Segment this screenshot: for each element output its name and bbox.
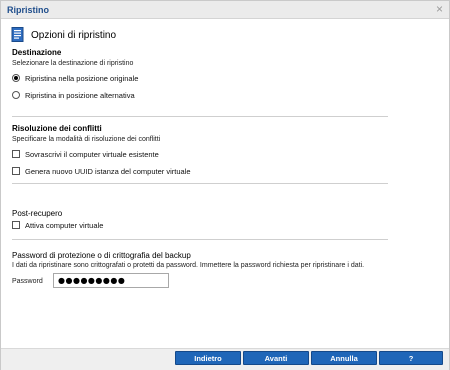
- restore-document-icon: [11, 27, 24, 42]
- restore-dialog: Ripristino × Opzioni di ripristino Desti…: [0, 0, 450, 370]
- checkbox-generate-uuid[interactable]: Genera nuovo UUID istanza del computer v…: [12, 166, 191, 176]
- checkbox-power-on-vm-label: Attiva computer virtuale: [25, 220, 104, 230]
- divider: [12, 116, 388, 117]
- checkbox-generate-uuid-label: Genera nuovo UUID istanza del computer v…: [25, 166, 191, 176]
- radio-alternative-location[interactable]: Ripristina in posizione alternativa: [12, 90, 135, 100]
- window-title: Ripristino: [7, 5, 49, 15]
- destination-description: Selezionare la destinazione di ripristin…: [12, 60, 134, 67]
- close-icon[interactable]: ×: [436, 3, 443, 15]
- checkbox[interactable]: [12, 167, 20, 175]
- password-section-title: Password di protezione o di crittografia…: [12, 251, 191, 260]
- radio-original-location-label: Ripristina nella posizione originale: [25, 73, 139, 83]
- next-button[interactable]: Avanti: [243, 351, 309, 365]
- checkbox[interactable]: [12, 221, 20, 229]
- divider: [12, 239, 388, 240]
- conflicts-description: Specificare la modalità di risoluzione d…: [12, 136, 161, 143]
- title-bar: Ripristino ×: [1, 1, 449, 19]
- password-field-label: Password: [12, 278, 43, 285]
- checkbox[interactable]: [12, 150, 20, 158]
- destination-section-title: Destinazione: [12, 48, 62, 57]
- checkbox-power-on-vm[interactable]: Attiva computer virtuale: [12, 220, 103, 230]
- password-input[interactable]: ●●●●●●●●●: [53, 273, 169, 288]
- back-button[interactable]: Indietro: [175, 351, 241, 365]
- password-description: I dati da ripristinare sono crittografat…: [12, 262, 365, 269]
- post-recovery-section-title: Post-recupero: [12, 209, 63, 218]
- conflicts-section-title: Risoluzione dei conflitti: [12, 124, 102, 133]
- page-title: Opzioni di ripristino: [31, 30, 117, 41]
- radio-original-location[interactable]: Ripristina nella posizione originale: [12, 73, 138, 83]
- checkbox-overwrite-vm[interactable]: Sovrascrivi il computer virtuale esisten…: [12, 149, 159, 159]
- cancel-button[interactable]: Annulla: [311, 351, 377, 365]
- divider: [12, 183, 388, 184]
- radio-button-selected[interactable]: [12, 74, 20, 82]
- radio-button[interactable]: [12, 91, 20, 99]
- radio-alternative-location-label: Ripristina in posizione alternativa: [25, 90, 135, 100]
- help-button[interactable]: ?: [379, 351, 443, 365]
- checkbox-overwrite-vm-label: Sovrascrivi il computer virtuale esisten…: [25, 149, 159, 159]
